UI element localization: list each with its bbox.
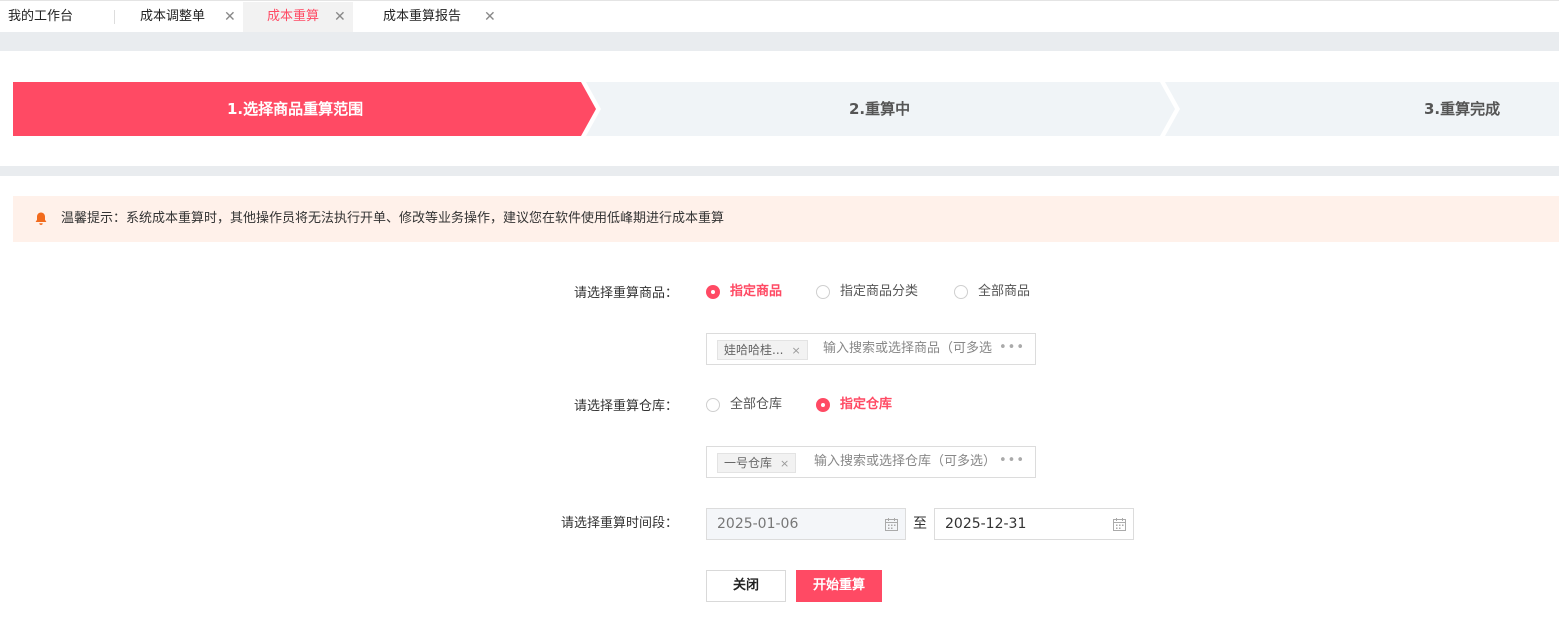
tag-label: 娃哈哈桂...	[724, 343, 784, 357]
radio-specific-goods[interactable]: 指定商品	[706, 282, 796, 302]
start-date-input[interactable]: 2025-01-06	[706, 508, 906, 540]
more-icon[interactable]: •••	[999, 447, 1025, 475]
radio-label: 全部商品	[978, 284, 1031, 299]
close-icon[interactable]: ✕	[224, 2, 236, 32]
section-divider	[0, 166, 1559, 176]
warehouse-select[interactable]: 一号仓库 × 输入搜索或选择仓库（可多选） •••	[706, 446, 1036, 478]
notice-text: 温馨提示：系统成本重算时，其他操作员将无法执行开单、修改等业务操作，建议您在软件…	[61, 211, 725, 226]
calendar-icon	[885, 518, 898, 531]
tab-cost-adjustment[interactable]: 成本调整单 ✕	[126, 2, 242, 32]
end-date-value: 2025-12-31	[945, 516, 1027, 532]
date-range-separator: 至	[913, 516, 927, 532]
close-button[interactable]: 关闭	[706, 570, 786, 602]
selected-warehouse-tag: 一号仓库 ×	[717, 453, 797, 473]
start-recalc-button[interactable]: 开始重算	[796, 570, 882, 602]
tab-recalc-report[interactable]: 成本重算报告 ✕	[369, 2, 509, 32]
radio-dot	[816, 285, 830, 299]
goods-label: 请选择重算商品：	[573, 286, 678, 301]
radio-label: 全部仓库	[730, 397, 783, 412]
more-icon[interactable]: •••	[999, 334, 1025, 362]
radio-label: 指定商品	[730, 284, 783, 299]
radio-specific-warehouse[interactable]: 指定仓库	[816, 395, 906, 415]
tag-label: 一号仓库	[724, 456, 773, 470]
tab-bar: 我的工作台 成本调整单 ✕ 成本重算 ✕ 成本重算报告 ✕	[0, 0, 1559, 32]
period-label: 请选择重算时间段：	[560, 516, 678, 531]
goods-search-placeholder[interactable]: 输入搜索或选择商品（可多选	[823, 334, 992, 364]
bell-icon	[35, 212, 47, 225]
start-date-value: 2025-01-06	[717, 516, 799, 532]
tab-label: 成本重算	[267, 9, 320, 24]
step-2-label: 2.重算中	[849, 100, 911, 118]
tab-cost-recalc[interactable]: 成本重算 ✕	[243, 2, 353, 32]
selected-goods-tag: 娃哈哈桂... ×	[717, 340, 808, 360]
radio-dot	[954, 285, 968, 299]
end-date-input[interactable]: 2025-12-31	[934, 508, 1134, 540]
radio-all-warehouses[interactable]: 全部仓库	[706, 395, 796, 415]
radio-label: 指定仓库	[840, 397, 893, 412]
calendar-icon[interactable]	[1112, 517, 1127, 532]
radio-dot	[706, 285, 720, 299]
radio-dot	[816, 398, 830, 412]
step-3-label: 3.重算完成	[1424, 100, 1501, 118]
warning-notice: 温馨提示：系统成本重算时，其他操作员将无法执行开单、修改等业务操作，建议您在软件…	[13, 196, 1559, 242]
warehouse-label: 请选择重算仓库：	[573, 399, 678, 414]
section-divider	[0, 32, 1559, 51]
warehouse-search-placeholder[interactable]: 输入搜索或选择仓库（可多选）	[814, 447, 996, 477]
tag-remove-icon[interactable]: ×	[780, 457, 789, 470]
radio-goods-category[interactable]: 指定商品分类	[816, 282, 931, 302]
close-icon[interactable]: ✕	[484, 2, 496, 32]
tab-workbench[interactable]: 我的工作台	[8, 2, 73, 32]
tag-remove-icon[interactable]: ×	[791, 344, 800, 357]
radio-label: 指定商品分类	[840, 284, 919, 299]
tab-label: 成本重算报告	[383, 9, 462, 24]
step-1-label: 1.选择商品重算范围	[227, 100, 364, 118]
step-progress: 1.选择商品重算范围 2.重算中 3.重算完成	[0, 82, 1559, 136]
tab-label: 成本调整单	[140, 9, 206, 24]
tab-label: 我的工作台	[8, 9, 74, 24]
radio-dot	[706, 398, 720, 412]
radio-all-goods[interactable]: 全部商品	[954, 282, 1044, 302]
tab-divider	[114, 10, 115, 24]
goods-select[interactable]: 娃哈哈桂... × 输入搜索或选择商品（可多选 •••	[706, 333, 1036, 365]
close-icon[interactable]: ✕	[334, 2, 346, 32]
